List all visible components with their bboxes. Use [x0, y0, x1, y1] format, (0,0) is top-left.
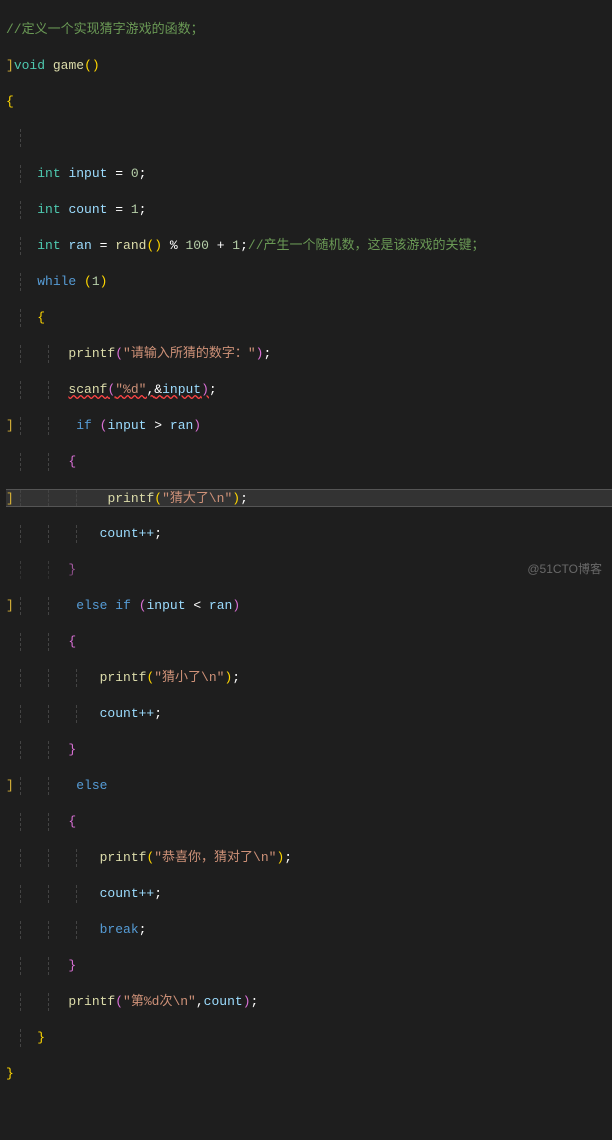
parens: ()	[84, 58, 100, 73]
active-line: ] printf("猜大了\n");	[6, 489, 612, 507]
comment: //定义一个实现猜字游戏的函数；	[6, 22, 204, 37]
func-name: game	[53, 58, 84, 73]
brace: {	[6, 94, 14, 109]
comment: //产生一个随机数，这是该游戏的关键；	[248, 238, 485, 253]
keyword-void: void	[14, 58, 45, 73]
code-editor: //定义一个实现猜字游戏的函数； ]void game() { int inpu…	[0, 0, 612, 1140]
watermark: @51CTO博客	[527, 560, 602, 578]
